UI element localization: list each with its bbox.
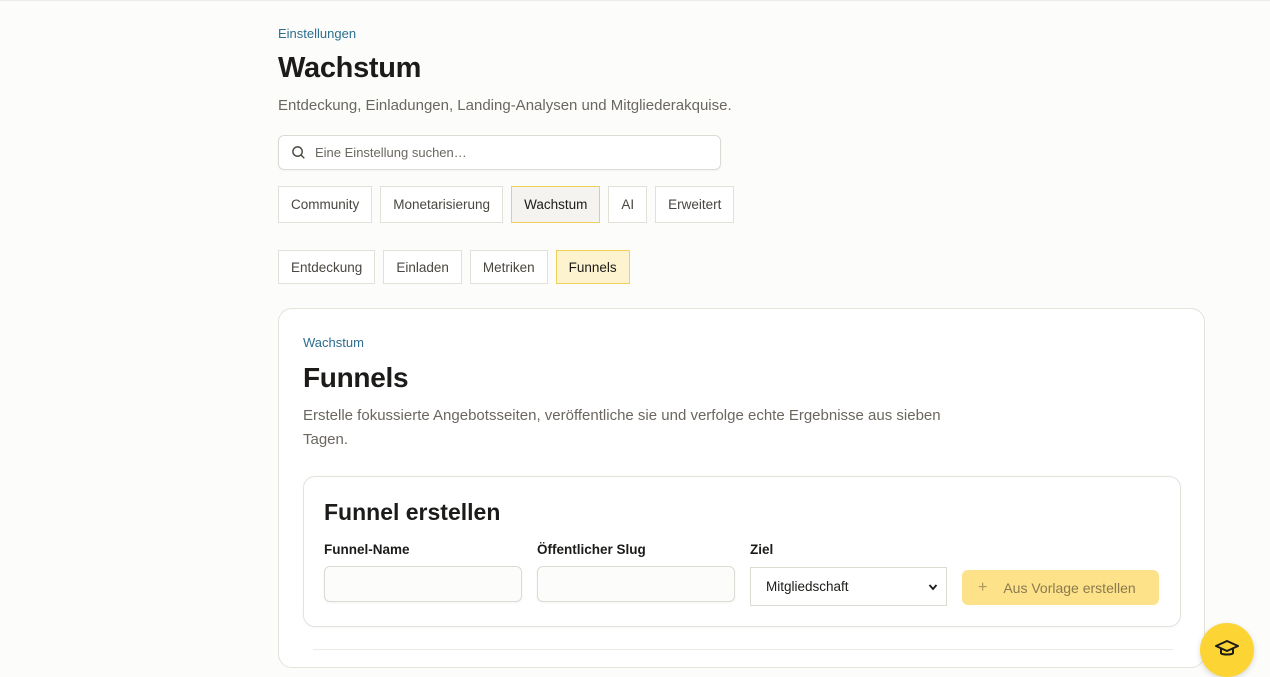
goal-select-value: Mitgliedschaft xyxy=(766,579,849,594)
tab-ai[interactable]: AI xyxy=(608,186,648,223)
funnel-name-input[interactable] xyxy=(324,566,522,602)
section-breadcrumb[interactable]: Wachstum xyxy=(303,335,364,350)
slug-input[interactable] xyxy=(537,566,735,602)
goal-select[interactable]: Mitgliedschaft xyxy=(750,567,947,606)
top-divider xyxy=(0,0,1270,1)
tab-erweitert[interactable]: Erweitert xyxy=(655,186,735,223)
goal-label: Ziel xyxy=(750,542,774,557)
sub-tabs: Entdeckung Einladen Metriken Funnels xyxy=(278,250,630,284)
subtab-metriken[interactable]: Metriken xyxy=(469,250,548,284)
subtab-funnels[interactable]: Funnels xyxy=(555,250,630,284)
slug-label: Öffentlicher Slug xyxy=(537,542,646,557)
chevron-down-icon xyxy=(928,583,938,590)
help-fab-button[interactable] xyxy=(1200,623,1254,677)
main-tabs: Community Monetarisierung Wachstum AI Er… xyxy=(278,186,735,223)
plus-icon: + xyxy=(978,578,988,596)
section-description: Erstelle fokussierte Angebotsseiten, ver… xyxy=(303,407,941,448)
funnels-card: Wachstum Funnels Erstelle fokussierte An… xyxy=(278,308,1205,668)
subtab-entdeckung[interactable]: Entdeckung xyxy=(278,250,376,284)
settings-search[interactable] xyxy=(278,135,721,170)
subtab-einladen[interactable]: Einladen xyxy=(383,250,462,284)
tab-community[interactable]: Community xyxy=(278,186,373,223)
page-title: Wachstum xyxy=(278,52,422,84)
create-from-template-button[interactable]: + Aus Vorlage erstellen xyxy=(962,570,1159,605)
graduation-cap-icon xyxy=(1215,640,1239,656)
search-icon xyxy=(292,146,305,159)
create-funnel-panel: Funnel erstellen Funnel-Name Öffentliche… xyxy=(303,476,1181,627)
search-input[interactable] xyxy=(315,145,695,160)
page-subtitle: Entdeckung, Einladungen, Landing-Analyse… xyxy=(278,97,732,114)
tab-wachstum[interactable]: Wachstum xyxy=(511,186,601,223)
create-funnel-title: Funnel erstellen xyxy=(324,499,501,525)
tab-monetarisierung[interactable]: Monetarisierung xyxy=(380,186,504,223)
breadcrumb[interactable]: Einstellungen xyxy=(278,26,356,41)
funnel-name-label: Funnel-Name xyxy=(324,542,410,557)
create-from-template-label: Aus Vorlage erstellen xyxy=(1003,579,1136,596)
section-title: Funnels xyxy=(303,362,409,393)
